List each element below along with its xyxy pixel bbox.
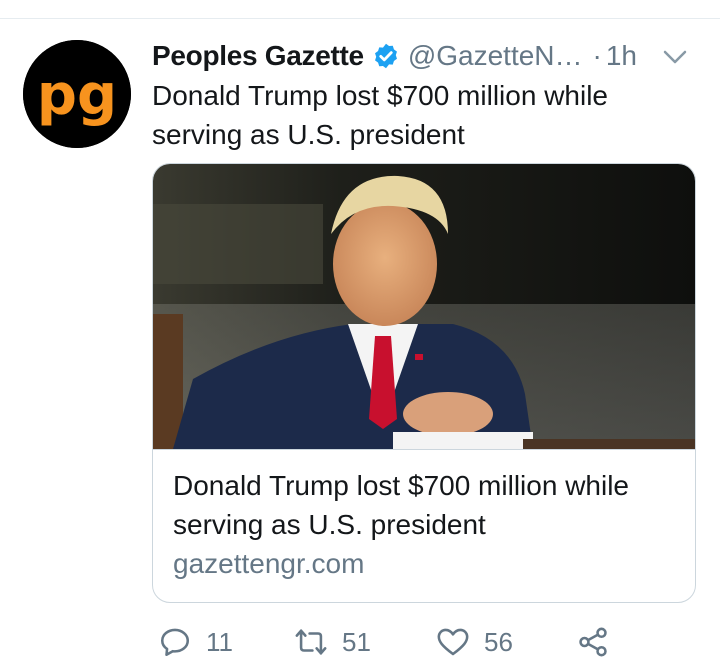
- card-divider: [153, 449, 695, 450]
- retweet-button[interactable]: 51: [294, 620, 371, 664]
- card-image: [153, 164, 695, 449]
- tweet-actions: 11 51 56: [152, 620, 712, 664]
- svg-text:pg: pg: [37, 63, 117, 128]
- author-name[interactable]: Peoples Gazette: [152, 40, 364, 72]
- author-handle[interactable]: @GazetteN…: [408, 40, 583, 72]
- retweet-icon: [295, 629, 327, 655]
- reply-icon: [160, 628, 190, 657]
- retweet-count: 51: [342, 626, 371, 657]
- link-card[interactable]: Donald Trump lost $700 million while ser…: [152, 163, 696, 603]
- like-icon: [437, 628, 469, 656]
- avatar[interactable]: pg: [23, 40, 131, 148]
- verified-badge-icon: [374, 43, 397, 69]
- tweet-header: Peoples Gazette @GazetteN… · 1h: [152, 36, 712, 76]
- tweet-text: Donald Trump lost $700 million while ser…: [152, 80, 608, 150]
- peoples-gazette-logo: pg: [23, 40, 131, 148]
- like-count: 56: [484, 626, 513, 657]
- like-button[interactable]: 56: [436, 620, 513, 664]
- card-title: Donald Trump lost $700 million while ser…: [173, 470, 629, 540]
- separator-dot: ·: [592, 40, 602, 71]
- tweet-time[interactable]: 1h: [606, 40, 637, 72]
- reply-count: 11: [206, 626, 233, 657]
- share-button[interactable]: [576, 620, 610, 664]
- card-domain: gazettengr.com: [173, 548, 365, 579]
- top-divider: [0, 18, 720, 19]
- chevron-down-icon[interactable]: [660, 42, 690, 72]
- share-icon: [579, 627, 607, 657]
- reply-button[interactable]: 11: [158, 620, 233, 664]
